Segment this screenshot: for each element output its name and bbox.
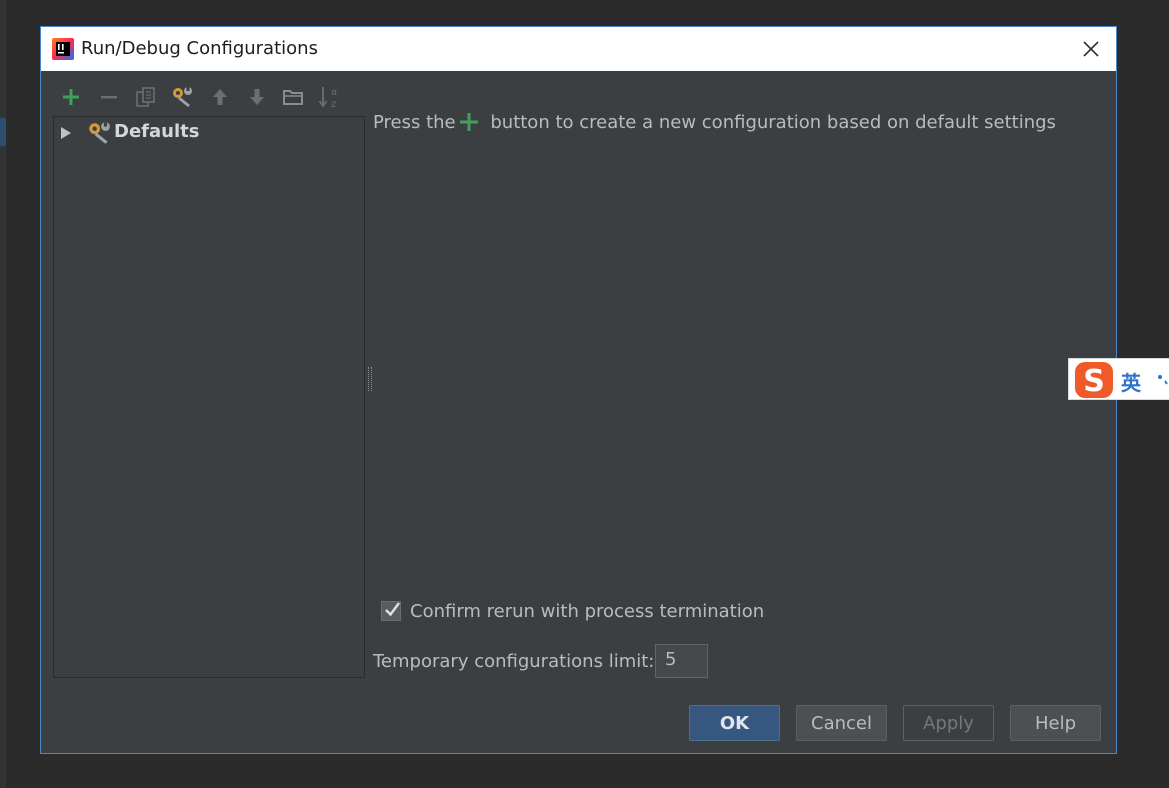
ime-toolbar[interactable]: S 英: [1068, 358, 1169, 400]
cancel-button[interactable]: Cancel: [796, 705, 887, 741]
copy-configuration-button[interactable]: [132, 83, 160, 111]
temporary-limit-label: Temporary configurations limit:: [373, 651, 655, 672]
punctuation-mode-icon[interactable]: [1157, 371, 1169, 387]
remove-configuration-button[interactable]: [95, 83, 123, 111]
checkmark-icon: [385, 602, 400, 617]
create-folder-button[interactable]: [279, 83, 307, 111]
dialog-titlebar: Run/Debug Configurations: [41, 27, 1116, 71]
ok-button[interactable]: OK: [689, 705, 780, 741]
move-up-button[interactable]: [206, 83, 234, 111]
move-down-button[interactable]: [243, 83, 271, 111]
sort-configurations-button[interactable]: a z: [316, 83, 344, 111]
svg-text:a: a: [331, 87, 337, 98]
arrow-up-icon: [213, 89, 227, 105]
intellij-logo-icon: [52, 38, 74, 60]
sort-alpha-icon: a z: [318, 87, 337, 110]
add-configuration-button[interactable]: [57, 83, 85, 111]
plus-icon: [63, 89, 79, 105]
temporary-limit-input[interactable]: 5: [655, 644, 708, 678]
folder-icon: [283, 90, 303, 105]
tree-item-label: Defaults: [114, 121, 200, 142]
configuration-tree[interactable]: Defaults: [53, 116, 365, 678]
edit-defaults-button[interactable]: [168, 83, 196, 111]
sogou-s-icon: S: [1075, 362, 1113, 399]
ime-language-indicator[interactable]: 英: [1121, 367, 1141, 396]
dialog-title: Run/Debug Configurations: [81, 38, 318, 59]
confirm-rerun-row: Confirm rerun with process termination: [381, 599, 764, 623]
ide-selection-marker: [0, 118, 6, 146]
apply-button[interactable]: Apply: [903, 705, 994, 741]
wrench-icon: [173, 87, 192, 107]
arrow-down-icon: [250, 89, 264, 105]
copy-icon: [136, 87, 155, 107]
empty-state-hint: Press the button to create a new configu…: [373, 111, 1056, 133]
svg-text:z: z: [331, 99, 336, 110]
plus-icon: [459, 113, 478, 131]
hint-text-before: Press the: [373, 111, 456, 133]
expand-arrow-icon[interactable]: [61, 127, 71, 139]
minus-icon: [101, 96, 117, 99]
confirm-rerun-checkbox[interactable]: [381, 601, 401, 621]
svg-text:S: S: [1083, 364, 1105, 399]
hint-text-after: button to create a new configuration bas…: [484, 111, 1056, 133]
confirm-rerun-label[interactable]: Confirm rerun with process termination: [410, 601, 764, 622]
close-icon[interactable]: [1080, 38, 1102, 60]
help-button[interactable]: Help: [1010, 705, 1101, 741]
wrench-icon: [89, 122, 110, 144]
panel-splitter-handle[interactable]: [368, 367, 372, 391]
run-debug-dialog: Run/Debug Configurations a z Defaults Pr…: [40, 26, 1117, 754]
